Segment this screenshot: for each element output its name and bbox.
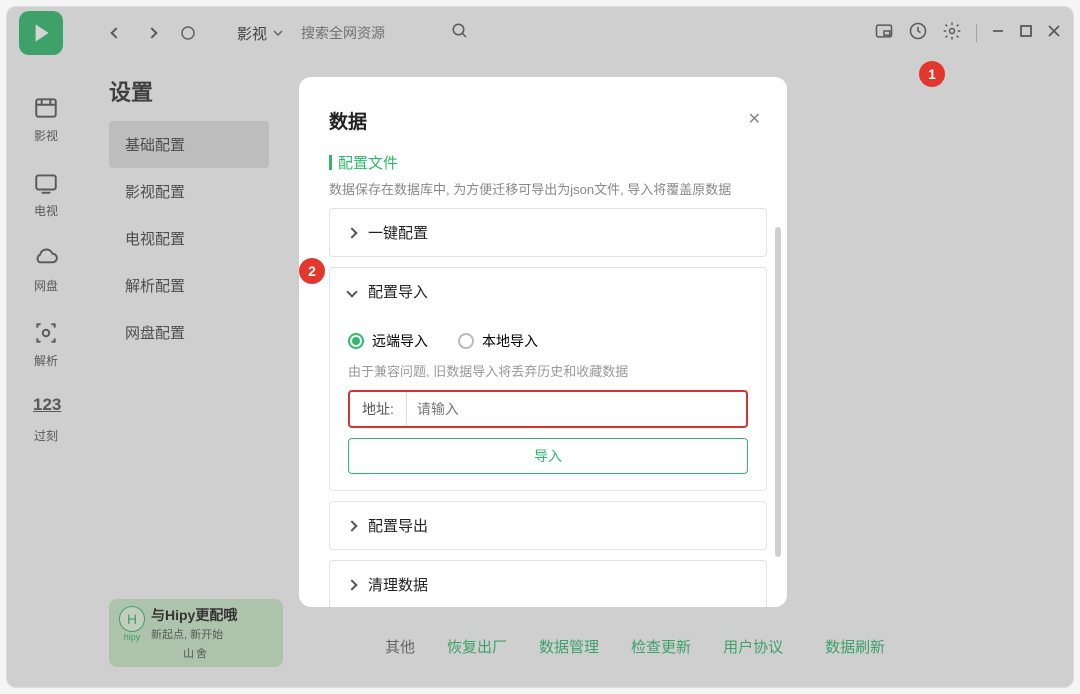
address-row: 地址: xyxy=(348,390,748,428)
radio-label: 本地导入 xyxy=(482,331,538,351)
chevron-down-icon xyxy=(346,286,357,297)
chevron-right-icon xyxy=(346,579,357,590)
annotation-2: 2 xyxy=(299,258,325,284)
annotation-1: 1 xyxy=(919,61,945,87)
radio-dot-icon xyxy=(348,333,364,349)
radio-remote[interactable]: 远端导入 xyxy=(348,331,428,351)
radio-dot-icon xyxy=(458,333,474,349)
import-button[interactable]: 导入 xyxy=(348,438,748,474)
accordion-export[interactable]: 配置导出 xyxy=(329,501,767,550)
accordion-label: 配置导入 xyxy=(368,281,428,302)
address-label: 地址: xyxy=(350,392,407,426)
modal-title: 数据 xyxy=(329,107,767,134)
accordion-import-body: 远端导入 本地导入 由于兼容问题, 旧数据导入将丢弃历史和收藏数据 地址: 导入 xyxy=(329,315,767,491)
chevron-right-icon xyxy=(346,520,357,531)
app-window: 影视 影视 电视 xyxy=(6,6,1074,688)
accordion-clean[interactable]: 清理数据 xyxy=(329,560,767,607)
radio-label: 远端导入 xyxy=(372,331,428,351)
address-input[interactable] xyxy=(407,401,746,417)
section-config-desc: 数据保存在数据库中, 为方便迁移可导出为json文件, 导入将覆盖原数据 xyxy=(329,179,767,198)
accordion-label: 清理数据 xyxy=(368,574,428,595)
radio-local[interactable]: 本地导入 xyxy=(458,331,538,351)
radio-group: 远端导入 本地导入 xyxy=(348,331,748,351)
accordion-label: 配置导出 xyxy=(368,515,428,536)
section-config-file: 配置文件 xyxy=(329,152,767,173)
modal-scrollbar[interactable] xyxy=(775,227,781,587)
import-warning: 由于兼容问题, 旧数据导入将丢弃历史和收藏数据 xyxy=(348,361,748,380)
data-modal: 数据 ✕ 配置文件 数据保存在数据库中, 为方便迁移可导出为json文件, 导入… xyxy=(299,77,787,607)
accordion-oneclick[interactable]: 一键配置 xyxy=(329,208,767,257)
accordion-import[interactable]: 配置导入 xyxy=(329,267,767,315)
accordion-label: 一键配置 xyxy=(368,222,428,243)
modal-close-button[interactable]: ✕ xyxy=(748,109,761,129)
chevron-right-icon xyxy=(346,227,357,238)
